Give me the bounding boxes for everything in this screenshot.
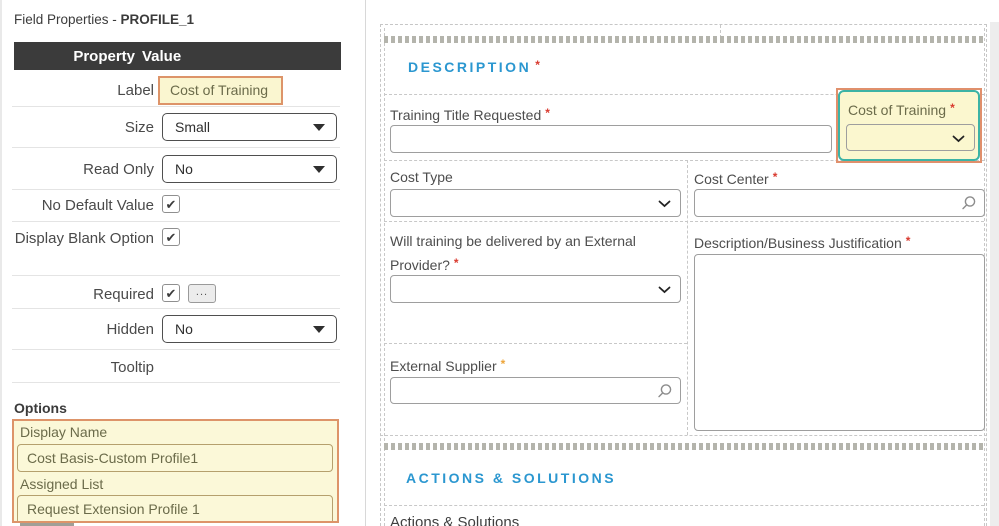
required-asterisk: * [453, 256, 459, 270]
nodefault-row-label: No Default Value [41, 197, 154, 214]
size-row-label: Size [124, 119, 154, 136]
drop-indicator [384, 443, 984, 450]
cost-center-label: Cost Center * [694, 166, 777, 190]
required-asterisk-orange: * [500, 357, 506, 371]
panel-title: Field Properties - PROFILE_1 [14, 12, 194, 27]
cost-center-search-input[interactable] [694, 189, 985, 217]
row-divider [12, 147, 340, 148]
dropdown-arrow-icon [313, 326, 325, 333]
row-divider [12, 308, 340, 309]
dropdown-arrow-icon [313, 166, 325, 173]
cost-of-training-text: Cost of Training [848, 102, 947, 118]
description-justification-label: Description/Business Justification * [694, 230, 910, 254]
cost-type-label: Cost Type [390, 169, 453, 185]
display-name-value[interactable]: Cost Basis-Custom Profile1 [17, 444, 333, 472]
label-row-label: Label [117, 82, 154, 99]
required-asterisk: * [772, 170, 778, 184]
row-divider [12, 349, 340, 350]
header-value: Value [142, 47, 182, 65]
training-title-input[interactable] [390, 125, 832, 153]
training-title-text: Training Title Requested [390, 107, 542, 123]
training-title-label: Training Title Requested * [390, 102, 550, 126]
readonly-select[interactable]: No [162, 155, 337, 183]
provider-label: Will training be delivered by an Externa… [390, 230, 685, 276]
property-value-header: Property Value [14, 42, 341, 70]
description-justification-text: Description/Business Justification [694, 235, 902, 251]
search-icon [962, 196, 976, 210]
actions-section-header: ACTIONS & SOLUTIONS [406, 470, 617, 486]
row-divider [12, 106, 340, 107]
readonly-select-value: No [175, 161, 193, 177]
tooltip-row-label: Tooltip [110, 359, 154, 376]
description-section-header: DESCRIPTION * [408, 58, 542, 75]
required-asterisk: * [950, 101, 955, 115]
size-select[interactable]: Small [162, 113, 337, 141]
drop-indicator [384, 36, 984, 43]
nodefault-checkbox[interactable]: ✔ [162, 195, 180, 213]
cost-of-training-select[interactable] [846, 124, 975, 151]
grid-line [384, 221, 984, 222]
row-divider [12, 221, 340, 222]
row-divider [12, 275, 340, 276]
required-more-button[interactable]: ... [188, 284, 216, 303]
panel-title-prefix: Field Properties - [14, 12, 121, 27]
screen: Field Properties - PROFILE_1 Property Va… [0, 0, 999, 526]
external-supplier-text: External Supplier [390, 358, 497, 374]
hidden-row-label: Hidden [106, 321, 154, 338]
cost-center-text: Cost Center [694, 171, 769, 187]
grid-line [384, 343, 687, 344]
options-heading: Options [14, 400, 67, 416]
assigned-list-value[interactable]: Request Extension Profile 1 [17, 495, 333, 521]
external-supplier-search-input[interactable] [390, 377, 681, 404]
display-name-label: Display Name [20, 424, 108, 440]
grid-line [380, 435, 987, 436]
cost-of-training-label: Cost of Training * [848, 101, 955, 118]
column-divider [687, 160, 688, 435]
provider-text: Will training be delivered by an Externa… [390, 233, 636, 273]
chevron-down-icon [952, 135, 965, 143]
description-justification-textarea[interactable] [694, 254, 985, 431]
dropdown-arrow-icon [313, 124, 325, 131]
search-icon [658, 384, 672, 398]
required-checkbox[interactable]: ✔ [162, 284, 180, 302]
required-asterisk: * [545, 106, 550, 120]
cost-type-select[interactable] [390, 189, 681, 217]
actions-solutions-label: Actions & Solutions [390, 514, 520, 526]
required-asterisk: * [905, 234, 911, 248]
displayblank-row-label: Display Blank Option [14, 230, 154, 247]
scrollbar-track[interactable] [990, 22, 999, 526]
cost-of-training-field-highlight[interactable]: Cost of Training * [836, 88, 982, 163]
readonly-row-label: Read Only [83, 161, 154, 178]
chevron-down-icon [658, 286, 671, 294]
row-divider [12, 189, 340, 190]
description-section-title: DESCRIPTION [408, 59, 532, 75]
hidden-select-value: No [175, 321, 193, 337]
hidden-select[interactable]: No [162, 315, 337, 343]
assigned-list-label: Assigned List [20, 476, 104, 492]
grid-line [384, 28, 385, 526]
row-divider [12, 382, 340, 383]
external-supplier-label: External Supplier * [390, 353, 505, 377]
field-properties-panel: Field Properties - PROFILE_1 Property Va… [0, 0, 366, 526]
form-canvas: DESCRIPTION * Training Title Requested * C… [366, 0, 999, 526]
options-highlight-box: Display Name Cost Basis-Custom Profile1 … [12, 419, 339, 523]
panel-title-field-name: PROFILE_1 [120, 12, 195, 27]
displayblank-checkbox[interactable]: ✔ [162, 228, 180, 246]
cost-of-training-field: Cost of Training * [838, 90, 980, 161]
header-property: Property [73, 47, 135, 65]
label-value-highlight[interactable]: Cost of Training [158, 76, 283, 105]
grid-line [384, 505, 984, 506]
provider-select[interactable] [390, 275, 681, 303]
required-asterisk: * [535, 58, 543, 72]
required-row-label: Required [93, 286, 154, 303]
size-select-value: Small [175, 119, 211, 135]
chevron-down-icon [658, 200, 671, 208]
